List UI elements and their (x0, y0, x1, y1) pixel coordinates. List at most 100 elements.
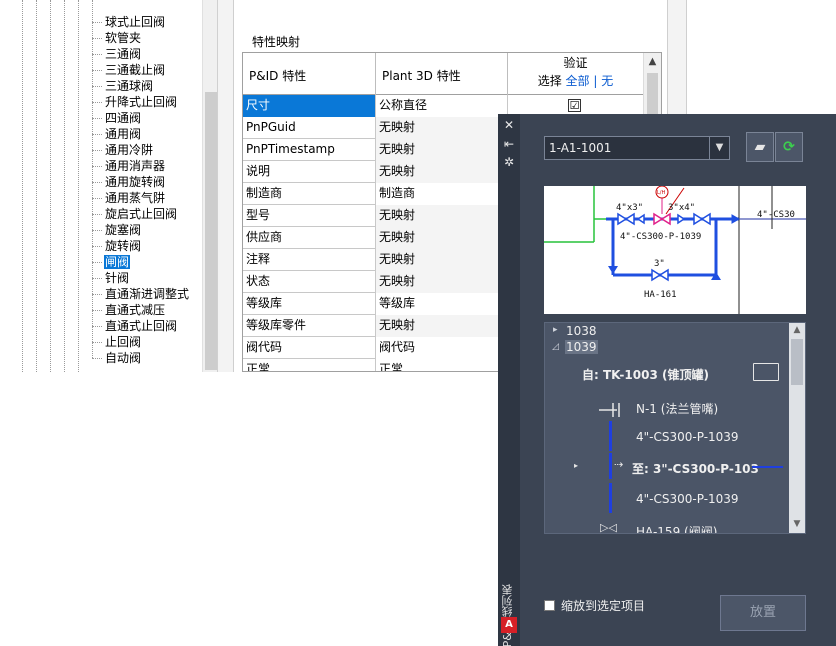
zoom-to-selection-label[interactable]: 缩放到选定项目 (561, 597, 645, 614)
plant-property-cell[interactable]: 无映射 (376, 205, 508, 227)
line-tree-scroll-thumb[interactable] (791, 339, 803, 385)
tree-item[interactable]: 闸阀 (92, 254, 131, 270)
pid-property-cell[interactable]: 型号 (243, 205, 376, 227)
tree-guide-line (22, 0, 23, 372)
plant-property-cell[interactable]: 无映射 (376, 271, 508, 293)
select-none-link[interactable]: 无 (601, 74, 613, 88)
tree-connector (92, 342, 102, 343)
valve-item[interactable]: HA-159 (阀阀) (636, 523, 717, 533)
tree-item[interactable]: 通用消声器 (92, 158, 166, 174)
splitter-strip[interactable] (218, 0, 234, 372)
pid-preview[interactable]: 4"x3" 3"x4" 4"-CS300-P-1039 4"-CS30 3" H… (544, 186, 806, 314)
verify-checkbox[interactable]: ☑ (568, 99, 581, 112)
tree-item[interactable]: 针阀 (92, 270, 130, 286)
tree-item[interactable]: 球式止回阀 (92, 14, 166, 30)
header-pid-property[interactable]: P&ID 特性 (243, 53, 376, 95)
zoom-to-selection-checkbox[interactable] (544, 600, 555, 611)
from-equipment[interactable]: 自: TK-1003 (锥顶罐) (582, 366, 709, 383)
tree-item[interactable]: 通用旋转阀 (92, 174, 166, 190)
pid-property-cell[interactable]: 供应商 (243, 227, 376, 249)
tree-connector (92, 38, 102, 39)
tree-item-label: 升降式止回阀 (105, 95, 178, 109)
plant-property-cell[interactable]: 正常 (376, 359, 508, 371)
pin-icon[interactable]: ⇤ (498, 137, 520, 151)
tree-item[interactable]: 直通式止回阀 (92, 318, 178, 334)
pid-property-cell[interactable]: 等级库 (243, 293, 376, 315)
open-folder-button[interactable]: ▰ (746, 132, 774, 162)
refresh-button[interactable]: ⟳ (775, 132, 803, 162)
tree-item[interactable]: 软管夹 (92, 30, 142, 46)
plant-property-cell[interactable]: 无映射 (376, 161, 508, 183)
tree-item[interactable]: 升降式止回阀 (92, 94, 178, 110)
nozzle-icon (599, 403, 620, 417)
plant-property-cell[interactable]: 无映射 (376, 315, 508, 337)
pid-property-cell[interactable]: 正常 (243, 359, 376, 371)
tree-item[interactable]: 旋塞阀 (92, 222, 142, 238)
nozzle-item[interactable]: N-1 (法兰管嘴) (636, 400, 718, 417)
pid-property-cell[interactable]: 等级库零件 (243, 315, 376, 337)
tree-connector (92, 166, 102, 167)
pid-property-cell[interactable]: 状态 (243, 271, 376, 293)
tree-item[interactable]: 四通阀 (92, 110, 142, 126)
plant-property-cell[interactable]: 无映射 (376, 249, 508, 271)
tree-item[interactable]: 旋启式止回阀 (92, 206, 178, 222)
header-plant-property[interactable]: Plant 3D 特性 (376, 53, 508, 95)
scroll-up-icon[interactable]: ▲ (789, 325, 805, 335)
pid-property-cell[interactable]: 注释 (243, 249, 376, 271)
plant-property-cell[interactable]: 等级库 (376, 293, 508, 315)
pid-property-cell[interactable]: PnPTimestamp (243, 139, 376, 161)
tree-item[interactable]: 旋转阀 (92, 238, 142, 254)
tree-item[interactable]: 三通截止阀 (92, 62, 166, 78)
tree-collapse-icon[interactable]: ◿ (552, 342, 559, 352)
plant-property-cell[interactable]: 阀代码 (376, 337, 508, 359)
drawing-select[interactable]: 1-A1-1001 ▼ (544, 136, 730, 160)
tree-item[interactable]: 三通球阀 (92, 78, 154, 94)
pid-property-cell[interactable]: 阀代码 (243, 337, 376, 359)
tree-scrollbar[interactable] (202, 0, 217, 372)
tree-item[interactable]: 通用冷阱 (92, 142, 154, 158)
tree-scroll-thumb[interactable] (205, 92, 217, 370)
pipe-segment-item[interactable]: 4"-CS300-P-1039 (636, 430, 739, 444)
pid-property-cell[interactable]: 尺寸 (243, 95, 376, 117)
selected-valve-icon (660, 212, 671, 226)
pipe-segment-item[interactable]: 4"-CS300-P-1039 (636, 492, 739, 506)
line-tree-scrollbar[interactable]: ▲ ▼ (789, 323, 805, 533)
valve-icon (624, 212, 635, 226)
plant-property-cell[interactable]: 无映射 (376, 117, 508, 139)
pid-property-cell[interactable]: PnPGuid (243, 117, 376, 139)
tree-item[interactable]: 直通渐进调整式 (92, 286, 190, 302)
palette-titlebar[interactable]: ✕ ⇤ ✲ P&ID 线列表 A (498, 114, 520, 646)
tree-expander-icon[interactable]: ▸ (553, 325, 558, 335)
component-tree: 球式止回阀 软管夹 三通阀 三通截止阀 三通球阀 升降式止回阀 四通阀 通用阀 通用冷阱 通用消声… (0, 0, 218, 372)
select-all-link[interactable]: 全部 (566, 74, 590, 88)
plant-property-cell[interactable]: 制造商 (376, 183, 508, 205)
tree-item[interactable]: 三通阀 (92, 46, 142, 62)
tree-connector (92, 278, 102, 279)
scroll-down-icon[interactable]: ▼ (789, 519, 805, 529)
tree-connector (92, 54, 102, 55)
plant-property-cell[interactable]: 公称直径 (376, 95, 508, 117)
scroll-up-icon[interactable]: ▲ (644, 53, 661, 71)
pid-property-cell[interactable]: 制造商 (243, 183, 376, 205)
to-connection[interactable]: 至: 3"-CS300-P-103 (632, 460, 759, 477)
valve-icon (700, 212, 711, 226)
tree-item[interactable]: 通用蒸气阱 (92, 190, 166, 206)
tree-item[interactable]: 止回阀 (92, 334, 142, 350)
close-icon[interactable]: ✕ (498, 118, 520, 132)
tree-connector (92, 246, 102, 247)
tree-item[interactable]: 自动阀 (92, 350, 142, 366)
chevron-down-icon[interactable]: ▼ (709, 137, 729, 159)
line-group-1038[interactable]: 1038 (566, 324, 597, 338)
tree-connector (92, 326, 102, 327)
pid-property-cell[interactable]: 说明 (243, 161, 376, 183)
settings-icon[interactable]: ✲ (498, 155, 520, 169)
select-prefix: 选择 (537, 74, 562, 88)
plant-property-cell[interactable]: 无映射 (376, 139, 508, 161)
tree-item[interactable]: 通用阀 (92, 126, 142, 142)
place-button[interactable]: 放置 (720, 595, 806, 631)
tree-item[interactable]: 直通式减压 (92, 302, 166, 318)
line-group-1039[interactable]: 1039 (565, 340, 598, 354)
flow-arrow-icon (608, 266, 618, 274)
plant-property-cell[interactable]: 无映射 (376, 227, 508, 249)
tree-expander-icon[interactable]: ▸ (574, 461, 578, 470)
